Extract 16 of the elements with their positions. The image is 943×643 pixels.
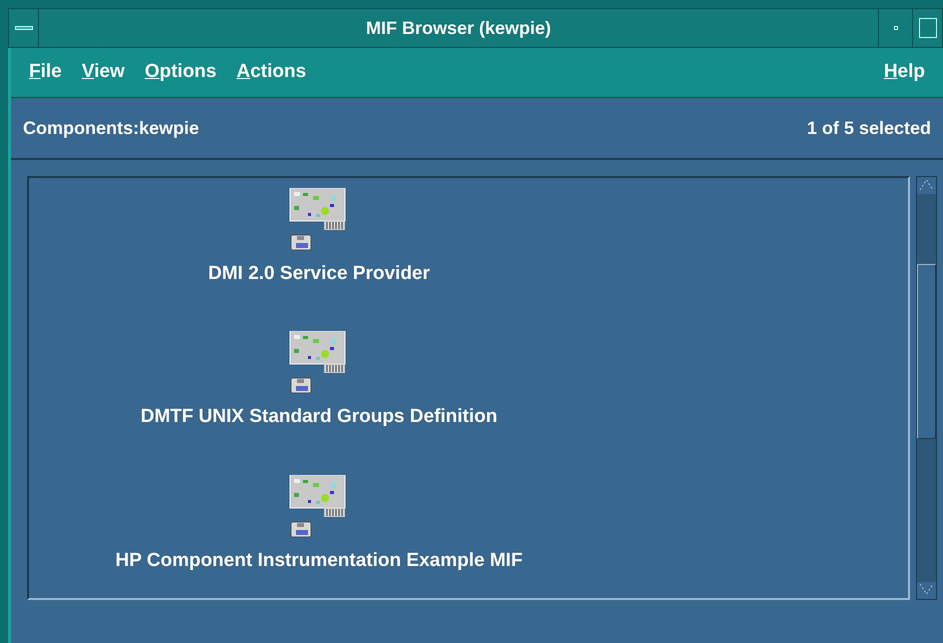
scroll-thumb[interactable] — [917, 264, 936, 439]
menu-item[interactable]: Options — [144, 58, 216, 87]
component-label: DMTF UNIX Standard Groups Definition — [140, 405, 498, 430]
component-item[interactable]: HP Component Instrumentation Example MIF — [29, 474, 609, 598]
component-label: DMI 2.0 Service Provider — [208, 262, 430, 286]
menu-item[interactable]: Actions — [236, 58, 306, 87]
window-title: MIF Browser (kewpie) — [364, 16, 552, 40]
menu-item[interactable]: File — [29, 58, 62, 87]
header-title: Components:kewpie — [23, 116, 200, 140]
menu-item[interactable]: Help — [884, 58, 925, 87]
component-item[interactable]: DMI 2.0 Service Provider — [29, 188, 609, 312]
selection-status: 1 of 5 selected — [806, 116, 931, 140]
component-item[interactable]: DMTF UNIX Standard Groups Definition — [29, 331, 609, 455]
scrollbar[interactable] — [916, 176, 937, 600]
menu-item[interactable]: View — [82, 58, 125, 87]
component-label: HP Component Instrumentation Example MIF — [115, 548, 523, 573]
